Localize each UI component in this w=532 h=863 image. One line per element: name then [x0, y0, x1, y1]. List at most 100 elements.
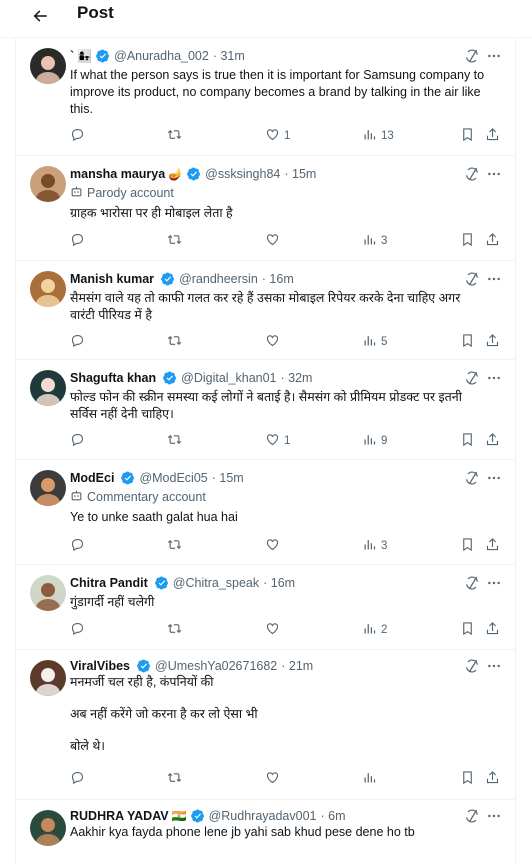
grok-icon[interactable] [464, 166, 480, 182]
like-button[interactable] [265, 621, 284, 639]
reply-button[interactable] [70, 232, 89, 250]
user-handle[interactable]: @UmeshYa02671682 [155, 659, 277, 673]
timestamp[interactable]: · 15m [212, 471, 244, 485]
avatar[interactable] [30, 470, 66, 506]
grok-icon[interactable] [464, 271, 480, 287]
more-icon[interactable] [486, 370, 502, 386]
timestamp[interactable]: · 6m [321, 809, 346, 823]
reply-button[interactable] [70, 432, 89, 450]
avatar[interactable] [30, 166, 66, 202]
timestamp[interactable]: · 31m [213, 49, 245, 63]
timestamp[interactable]: · 16m [262, 272, 294, 286]
more-icon[interactable] [486, 470, 502, 486]
retweet-button[interactable] [167, 537, 186, 555]
more-icon[interactable] [486, 271, 502, 287]
bookmark-button[interactable] [460, 770, 475, 788]
reply-button[interactable] [70, 770, 89, 788]
views-button[interactable]: 3 [362, 537, 387, 555]
retweet-button[interactable] [167, 333, 186, 351]
views-button[interactable]: 2 [362, 621, 387, 639]
reply-button[interactable] [70, 127, 89, 145]
grok-icon[interactable] [464, 575, 480, 591]
like-button[interactable] [265, 770, 284, 788]
display-name[interactable]: ModEci [70, 471, 114, 485]
share-button[interactable] [485, 770, 500, 788]
reply-tweet[interactable]: RUDHRA YADAV 🇮🇳 @Rudhrayadav001 · 6m Aak… [16, 800, 516, 863]
bookmark-button[interactable] [460, 537, 475, 555]
like-button[interactable] [265, 232, 284, 250]
bookmark-button[interactable] [460, 333, 475, 351]
reply-tweet[interactable]: Chitra Pandit @Chitra_speak · 16m गुंडाग… [16, 565, 516, 650]
bookmark-button[interactable] [460, 232, 475, 250]
display-name[interactable]: RUDHRA YADAV [70, 809, 169, 823]
reply-tweet[interactable]: ` 👩‍👧 @Anuradha_002 · 31m If what the pe… [16, 38, 516, 156]
share-button[interactable] [485, 432, 500, 450]
display-name[interactable]: ` [70, 49, 74, 63]
avatar[interactable] [30, 370, 66, 406]
avatar[interactable] [30, 48, 66, 84]
user-handle[interactable]: @Anuradha_002 [114, 49, 209, 63]
user-handle[interactable]: @randheersin [179, 272, 258, 286]
bookmark-button[interactable] [460, 127, 475, 145]
retweet-button[interactable] [167, 127, 186, 145]
bookmark-button[interactable] [460, 432, 475, 450]
timestamp[interactable]: · 32m [281, 371, 313, 385]
user-handle[interactable]: @Chitra_speak [173, 576, 259, 590]
reply-button[interactable] [70, 537, 89, 555]
grok-icon[interactable] [464, 370, 480, 386]
display-name[interactable]: ViralVibes [70, 659, 130, 673]
views-button[interactable]: 3 [362, 232, 387, 250]
like-button[interactable] [265, 537, 284, 555]
more-icon[interactable] [486, 166, 502, 182]
grok-icon[interactable] [464, 808, 480, 824]
tweet-text: If what the person says is true then it … [70, 67, 506, 118]
views-button[interactable] [362, 770, 381, 788]
timestamp[interactable]: · 21m [281, 659, 313, 673]
avatar[interactable] [30, 271, 66, 307]
display-name[interactable]: Shagufta khan [70, 371, 156, 385]
share-button[interactable] [485, 333, 500, 351]
more-icon[interactable] [486, 658, 502, 674]
timestamp[interactable]: · 16m [263, 576, 295, 590]
reply-tweet[interactable]: Shagufta khan @Digital_khan01 · 32m फोल्… [16, 360, 516, 460]
more-icon[interactable] [486, 575, 502, 591]
timestamp[interactable]: · 15m [284, 167, 316, 181]
reply-tweet[interactable]: Manish kumar @randheersin · 16m सैमसंग व… [16, 261, 516, 360]
more-icon[interactable] [486, 48, 502, 64]
reply-tweet[interactable]: mansha maurya 🪔 @ssksingh84 · 15m Parody… [16, 156, 516, 261]
reply-tweet[interactable]: ModEci @ModEci05 · 15m Commentary accoun… [16, 460, 516, 565]
retweet-button[interactable] [167, 232, 186, 250]
share-button[interactable] [485, 127, 500, 145]
views-button[interactable]: 13 [362, 127, 394, 145]
avatar[interactable] [30, 660, 66, 696]
retweet-button[interactable] [167, 770, 186, 788]
display-name[interactable]: Manish kumar [70, 272, 154, 286]
more-icon[interactable] [486, 808, 502, 824]
user-handle[interactable]: @ssksingh84 [205, 167, 280, 181]
like-button[interactable]: 1 [265, 432, 290, 450]
like-button[interactable] [265, 333, 284, 351]
grok-icon[interactable] [464, 470, 480, 486]
share-button[interactable] [485, 621, 500, 639]
views-button[interactable]: 5 [362, 333, 387, 351]
avatar[interactable] [30, 575, 66, 611]
grok-icon[interactable] [464, 658, 480, 674]
reply-tweet[interactable]: ViralVibes @UmeshYa02671682 · 21m मनमर्ज… [16, 650, 516, 800]
user-handle[interactable]: @Rudhrayadav001 [209, 809, 317, 823]
retweet-button[interactable] [167, 432, 186, 450]
user-handle[interactable]: @Digital_khan01 [181, 371, 276, 385]
avatar[interactable] [30, 810, 66, 846]
bookmark-button[interactable] [460, 621, 475, 639]
share-button[interactable] [485, 537, 500, 555]
arrow-left-icon[interactable] [26, 2, 54, 30]
share-button[interactable] [485, 232, 500, 250]
grok-icon[interactable] [464, 48, 480, 64]
retweet-button[interactable] [167, 621, 186, 639]
reply-button[interactable] [70, 333, 89, 351]
reply-button[interactable] [70, 621, 89, 639]
display-name[interactable]: Chitra Pandit [70, 576, 148, 590]
user-handle[interactable]: @ModEci05 [139, 471, 207, 485]
like-button[interactable]: 1 [265, 127, 290, 145]
views-button[interactable]: 9 [362, 432, 387, 450]
display-name[interactable]: mansha maurya [70, 167, 165, 181]
